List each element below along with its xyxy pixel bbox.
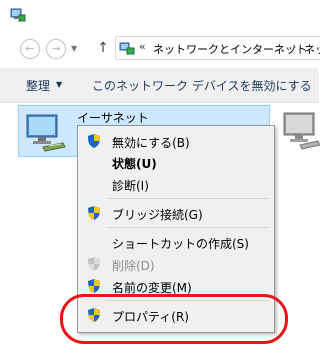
menu-separator bbox=[108, 227, 270, 228]
breadcrumb-network[interactable]: ネッ bbox=[304, 41, 320, 57]
menu-item-disable[interactable]: 無効にする(B) bbox=[80, 130, 272, 152]
menu-item-bridge[interactable]: ブリッジ接続(G) bbox=[80, 202, 272, 224]
address-field[interactable]: « ネットワークとインターネット › ネッ bbox=[115, 36, 320, 60]
menu-separator bbox=[108, 198, 270, 199]
breadcrumb-network-internet[interactable]: ネットワークとインターネット bbox=[153, 41, 307, 57]
menu-item-label: 削除(D) bbox=[112, 259, 155, 273]
title-bar bbox=[0, 0, 319, 30]
up-button[interactable]: ↑ bbox=[96, 38, 110, 58]
menu-item-label: 状態(U) bbox=[112, 157, 157, 171]
menu-item-create-shortcut[interactable]: ショートカットの作成(S) bbox=[80, 231, 272, 253]
menu-item-label: 無効にする(B) bbox=[112, 136, 190, 150]
network-connections-icon bbox=[10, 8, 26, 22]
breadcrumb-overflow[interactable]: « bbox=[139, 40, 146, 53]
address-bar: ← → ▼ ↑ « ネットワークとインターネット › ネッ bbox=[0, 30, 320, 68]
organize-dropdown-icon[interactable]: ▼ bbox=[56, 80, 62, 89]
menu-item-label: ショートカットの作成(S) bbox=[112, 237, 249, 251]
menu-item-diagnose[interactable]: 診断(I) bbox=[80, 173, 272, 195]
command-bar: 整理 ▼ このネットワーク デバイスを無効にする bbox=[0, 68, 319, 103]
menu-item-label: 診断(I) bbox=[112, 179, 149, 193]
uac-shield-icon bbox=[88, 257, 100, 271]
recent-locations-chevron-icon[interactable]: ▼ bbox=[71, 44, 77, 53]
uac-shield-icon bbox=[88, 206, 100, 220]
forward-button[interactable]: → bbox=[46, 39, 66, 59]
highlight-annotation bbox=[60, 294, 288, 344]
menu-item-status[interactable]: 状態(U) bbox=[80, 151, 272, 173]
adapter-name-label: イーサネット bbox=[77, 111, 149, 125]
back-button[interactable]: ← bbox=[20, 39, 40, 59]
menu-item-label: ブリッジ接続(G) bbox=[112, 208, 203, 222]
menu-item-delete: 削除(D) bbox=[80, 253, 272, 275]
uac-shield-icon bbox=[88, 134, 100, 148]
uac-shield-icon bbox=[88, 279, 100, 293]
network-adapter-icon[interactable] bbox=[280, 107, 320, 151]
disable-device-button[interactable]: このネットワーク デバイスを無効にする bbox=[92, 77, 312, 94]
organize-button[interactable]: 整理 bbox=[26, 77, 50, 94]
ethernet-adapter-icon bbox=[26, 114, 66, 152]
breadcrumb-separator[interactable]: › bbox=[292, 40, 296, 53]
network-folder-icon bbox=[119, 42, 135, 55]
